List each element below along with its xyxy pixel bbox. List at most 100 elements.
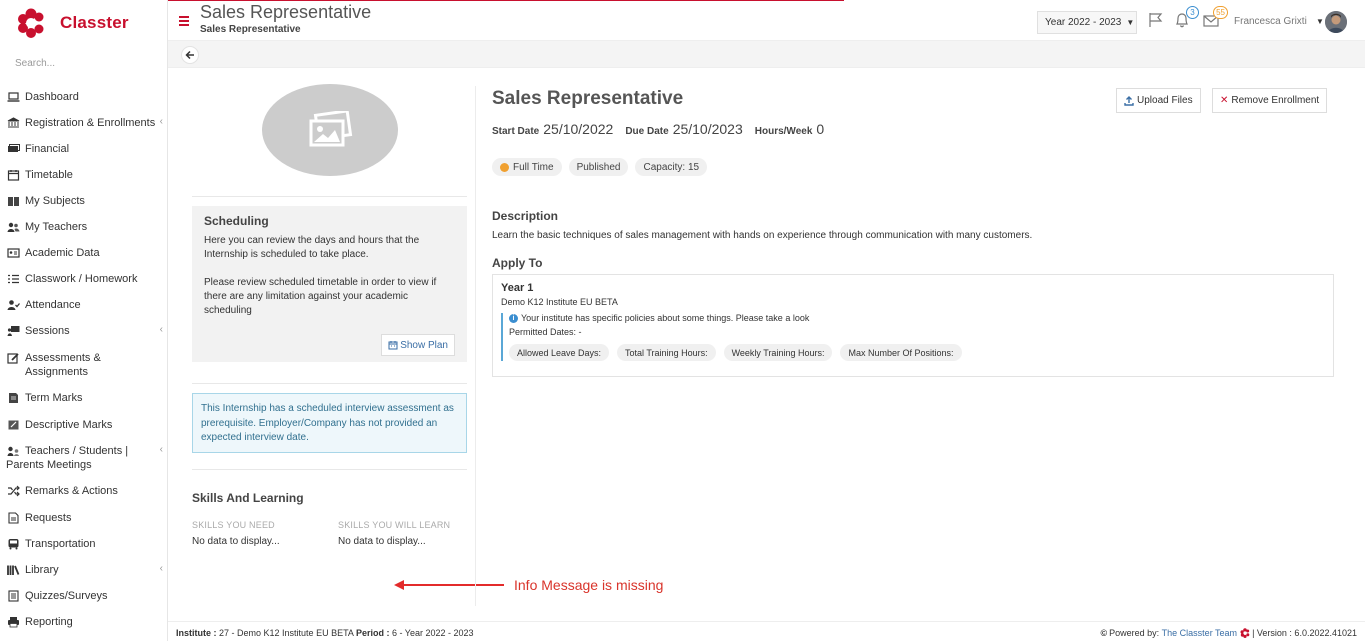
sidebar-item-teachers-students-parents-meetings[interactable]: Teachers / Students | Parents Meetings ‹ [0, 444, 168, 472]
caret-down-icon: ▼ [1126, 18, 1135, 27]
sidebar-item-label: Sessions [25, 325, 70, 337]
chevron-left-icon[interactable]: ‹ [160, 563, 163, 574]
presentation-icon [6, 325, 20, 337]
show-plan-label: Show Plan [400, 339, 448, 351]
edit-icon [6, 352, 20, 364]
notifications-bell-icon[interactable]: 3 [1173, 6, 1199, 29]
scheduling-title: Scheduling [204, 214, 269, 228]
sidebar-item-sessions[interactable]: Sessions ‹ [0, 324, 168, 338]
permitted-dates: Permitted Dates: - [509, 327, 582, 337]
messages-badge: 55 [1213, 6, 1228, 19]
status-dot-icon [500, 162, 509, 172]
sidebar-item-financial[interactable]: Financial [0, 142, 168, 156]
divider [192, 383, 467, 384]
info-message: This Internship has a scheduled intervie… [192, 393, 467, 453]
close-icon: ✕ [1220, 95, 1229, 106]
apply-to-panel: Year 1 Demo K12 Institute EU BETA i Your … [492, 274, 1334, 377]
sidebar-item-reporting[interactable]: Reporting [0, 615, 168, 629]
sidebar-item-my-subjects[interactable]: My Subjects [0, 194, 168, 208]
sidebar-item-label: Teachers / Students | Parents Meetings [6, 445, 129, 471]
sidebar-item-timetable[interactable]: Timetable [0, 168, 168, 182]
sidebar-item-label: Attendance [25, 299, 81, 311]
hamburger-menu-icon[interactable] [179, 16, 189, 26]
books-icon [6, 564, 20, 576]
upload-files-label: Upload Files [1137, 95, 1193, 106]
sidebar-item-transportation[interactable]: Transportation [0, 537, 168, 551]
sidebar-item-remarks-actions[interactable]: Remarks & Actions [0, 484, 168, 498]
sidebar-item-label: Classwork / Homework [25, 273, 138, 285]
upload-files-button[interactable]: Upload Files [1116, 88, 1201, 113]
remove-enrollment-button[interactable]: ✕ Remove Enrollment [1212, 88, 1328, 113]
topbar: Sales Representative Sales Representativ… [168, 0, 1365, 41]
sidebar-item-attendance[interactable]: Attendance [0, 298, 168, 312]
page-subtitle: Sales Representative [200, 24, 301, 35]
sidebar-item-registration-enrollments[interactable]: Registration & Enrollments ‹ [0, 116, 168, 130]
chevron-left-icon[interactable]: ‹ [160, 116, 163, 127]
tag-total-training-hours: Total Training Hours: [617, 344, 716, 361]
skills-title: Skills And Learning [192, 491, 304, 505]
sidebar-item-descriptive-marks[interactable]: Descriptive Marks [0, 418, 168, 432]
dates-row: Start Date 25/10/2022 Due Date 25/10/202… [492, 121, 836, 137]
sidebar-item-quizzes-surveys[interactable]: Quizzes/Surveys [0, 589, 168, 603]
info-icon: i [509, 313, 518, 323]
logo[interactable]: Classter [16, 8, 129, 38]
description-text: Learn the basic techniques of sales mana… [492, 230, 1033, 241]
status-pills: Full Time Published Capacity: 15 [492, 158, 714, 176]
sidebar-item-requests[interactable]: Requests [0, 511, 168, 525]
internship-title: Sales Representative [492, 88, 684, 109]
description-title: Description [492, 209, 559, 223]
sidebar-item-library[interactable]: Library ‹ [0, 563, 168, 577]
remove-enrollment-label: Remove Enrollment [1231, 95, 1320, 106]
sidebar-item-label: Dashboard [25, 91, 79, 103]
start-date-value: 25/10/2022 [543, 121, 614, 137]
sidebar-item-classwork-homework[interactable]: Classwork / Homework [0, 272, 168, 286]
notifications-badge: 3 [1186, 6, 1199, 19]
chevron-left-icon[interactable]: ‹ [160, 444, 163, 455]
skills-learn-value: No data to display... [338, 536, 426, 547]
sidebar-item-label: Remarks & Actions [25, 485, 118, 497]
scheduling-text: Please review scheduled timetable in ord… [204, 277, 437, 316]
avatar[interactable] [1325, 11, 1347, 33]
show-plan-button[interactable]: Show Plan [381, 334, 455, 356]
sidebar-item-label: Requests [25, 512, 72, 524]
start-date-label: Start Date [492, 126, 540, 137]
laptop-icon [6, 91, 20, 103]
flag-icon[interactable] [1147, 11, 1165, 29]
sidebar-item-term-marks[interactable]: Term Marks [0, 391, 168, 405]
loading-bar [168, 0, 844, 1]
classter-team-link[interactable]: The Classter Team [1162, 628, 1237, 638]
footer-credits: © Powered by: The Classter Team | Versio… [1100, 628, 1357, 638]
user-caret-icon[interactable]: ▼ [1316, 17, 1324, 26]
divider [192, 196, 467, 197]
back-arrow-icon[interactable] [181, 46, 199, 64]
sidebar-item-academic-data[interactable]: Academic Data [0, 246, 168, 260]
footer-context: Institute : 27 - Demo K12 Institute EU B… [176, 628, 474, 638]
user-name[interactable]: Francesca Grixti [1234, 16, 1307, 27]
sidebar-item-dashboard[interactable]: Dashboard [0, 90, 168, 104]
sidebar-item-label: Reporting [25, 616, 73, 628]
hours-week-label: Hours/Week [754, 126, 813, 137]
print-icon [6, 616, 20, 628]
tag-weekly-training-hours: Weekly Training Hours: [723, 344, 833, 361]
money-icon [6, 143, 20, 155]
list-icon [6, 273, 20, 285]
footer-institute: 27 - Demo K12 Institute EU BETA [219, 628, 354, 638]
divider [192, 469, 467, 470]
user-check-icon [6, 299, 20, 311]
book-icon [6, 195, 20, 207]
left-column: Scheduling Here you can review the days … [192, 68, 467, 621]
due-date-label: Due Date [625, 126, 669, 137]
sidebar-item-label: Library [25, 564, 59, 576]
sidebar-item-label: Transportation [25, 538, 96, 550]
sidebar-item-label: Financial [25, 143, 70, 155]
copyright-icon: © [1100, 628, 1108, 638]
policy-tags: Allowed Leave Days: Total Training Hours… [509, 344, 1325, 361]
sidebar-item-my-teachers[interactable]: My Teachers [0, 220, 168, 234]
search-input[interactable] [15, 58, 155, 69]
chevron-left-icon[interactable]: ‹ [160, 324, 163, 335]
envelope-icon[interactable]: 55 [1202, 6, 1228, 29]
type-badge: Full Time [492, 158, 562, 176]
year-select[interactable]: Year 2022 - 2023 ▼ [1037, 11, 1137, 34]
footer: Institute : 27 - Demo K12 Institute EU B… [168, 621, 1365, 641]
sidebar-item-assessments-assignments[interactable]: Assessments & Assignments [0, 351, 168, 379]
